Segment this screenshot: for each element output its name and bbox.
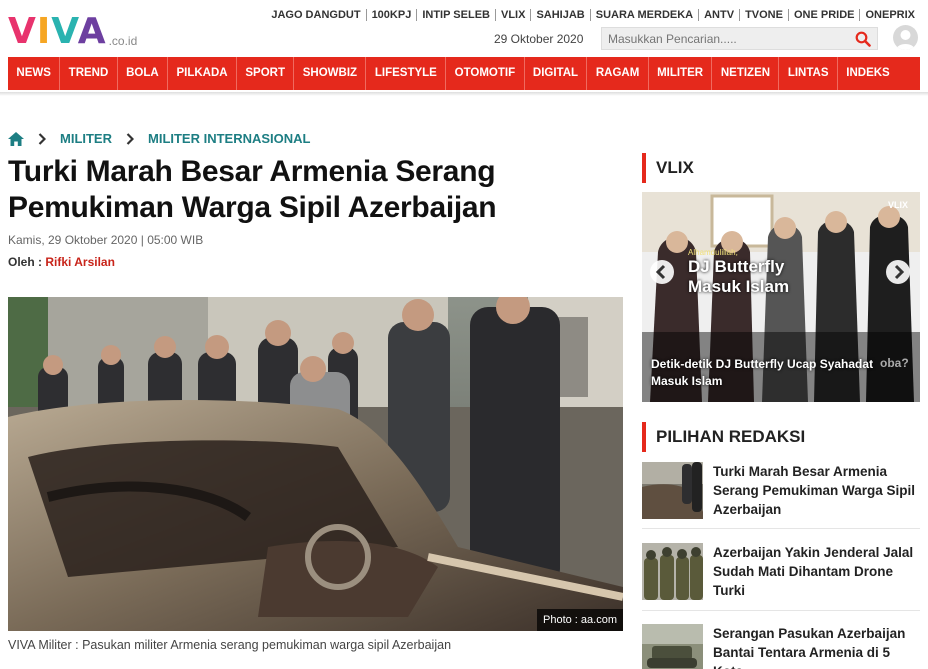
article-thumbnail xyxy=(642,624,703,669)
header-shadow xyxy=(0,92,928,96)
vlix-video-carousel[interactable]: VLIX Alhamdulillah, DJ Butterfly Masuk I… xyxy=(642,192,920,402)
logo-wordmark: VIVA xyxy=(8,11,107,52)
photo-credit-label: Photo : xyxy=(543,614,578,626)
network-link-suara-merdeka[interactable]: SUARA MERDEKA xyxy=(589,9,698,21)
nav-item-bola[interactable]: BOLA xyxy=(118,57,169,90)
chevron-right-icon xyxy=(38,132,46,145)
nav-item-netizen[interactable]: NETIZEN xyxy=(712,57,780,90)
network-link-100kpj[interactable]: 100KPJ xyxy=(365,9,417,21)
author-label: Oleh : xyxy=(8,255,43,269)
list-item[interactable]: Serangan Pasukan Azerbaijan Bantai Tenta… xyxy=(642,624,920,669)
chevron-right-icon xyxy=(126,132,134,145)
vlix-heading: VLIX xyxy=(642,153,694,183)
search-box xyxy=(601,27,878,50)
user-icon[interactable] xyxy=(893,25,918,50)
nav-item-indeks[interactable]: INDEKS xyxy=(838,57,898,90)
divider xyxy=(642,610,920,611)
nav-item-pilkada[interactable]: PILKADA xyxy=(168,57,237,90)
article-thumbnail xyxy=(642,462,703,519)
chevron-right-icon xyxy=(894,264,905,280)
vlix-overlay-small: Alhamdulillah, xyxy=(688,248,738,257)
pilihan-redaksi-heading: PILIHAN REDAKSI xyxy=(642,422,805,452)
nav-item-trend[interactable]: TREND xyxy=(60,57,118,90)
nav-item-lintas[interactable]: LINTAS xyxy=(779,57,838,90)
site-header: VIVA .co.id JAGO DANGDUT 100KPJ INTIP SE… xyxy=(0,0,928,56)
network-link-jago-dangdut[interactable]: JAGO DANGDUT xyxy=(266,9,365,21)
author-name[interactable]: Rifki Arsilan xyxy=(45,255,115,269)
network-link-vlix[interactable]: VLIX xyxy=(494,9,530,21)
nav-item-sport[interactable]: SPORT xyxy=(237,57,295,90)
list-item-title[interactable]: Turki Marah Besar Armenia Serang Pemukim… xyxy=(713,462,920,519)
vlix-video-title[interactable]: Detik-detik DJ Butterfly Ucap Syahadat M… xyxy=(651,356,911,390)
viva-logo[interactable]: VIVA .co.id xyxy=(8,10,137,50)
current-date: 29 Oktober 2020 xyxy=(494,32,584,46)
main-nav: NEWS TREND BOLA PILKADA SPORT SHOWBIZ LI… xyxy=(8,57,920,90)
burned-car-photo xyxy=(8,297,623,631)
photo-credit-source: aa.com xyxy=(580,614,617,626)
nav-item-ragam[interactable]: RAGAM xyxy=(587,57,649,90)
logo-tld: .co.id xyxy=(108,34,138,48)
nav-item-digital[interactable]: DIGITAL xyxy=(525,57,588,90)
nav-item-otomotif[interactable]: OTOMOTIF xyxy=(446,57,525,90)
network-link-antv[interactable]: ANTV xyxy=(698,9,739,21)
photo-caption: VIVA Militer : Pasukan militer Armenia s… xyxy=(8,638,452,652)
chevron-left-icon xyxy=(655,264,666,280)
network-links: JAGO DANGDUT 100KPJ INTIP SELEB VLIX SAH… xyxy=(266,9,920,21)
list-item-title[interactable]: Azerbaijan Yakin Jenderal Jalal Sudah Ma… xyxy=(713,543,920,600)
network-link-intip-seleb[interactable]: INTIP SELEB xyxy=(416,9,495,21)
article-photo: Photo : aa.com xyxy=(8,297,623,631)
search-input[interactable] xyxy=(602,31,842,46)
search-icon[interactable] xyxy=(855,31,871,47)
article-thumbnail xyxy=(642,543,703,600)
vlix-overlay-line2: Masuk Islam xyxy=(688,277,790,296)
article-title: Turki Marah Besar Armenia Serang Pemukim… xyxy=(8,155,497,224)
breadcrumb-militer[interactable]: MILITER xyxy=(60,131,112,146)
vlix-overlay-text: DJ Butterfly Masuk Islam xyxy=(688,257,789,297)
nav-item-news[interactable]: NEWS xyxy=(8,57,61,90)
network-link-oneprix[interactable]: ONEPRIX xyxy=(859,9,920,21)
divider xyxy=(642,528,920,529)
breadcrumb: MILITER MILITER INTERNASIONAL xyxy=(8,131,311,146)
network-link-sahijab[interactable]: SAHIJAB xyxy=(530,9,589,21)
nav-item-showbiz[interactable]: SHOWBIZ xyxy=(294,57,367,90)
photo-credit: Photo : aa.com xyxy=(537,609,623,631)
breadcrumb-militer-internasional[interactable]: MILITER INTERNASIONAL xyxy=(148,131,311,146)
list-item-title[interactable]: Serangan Pasukan Azerbaijan Bantai Tenta… xyxy=(713,624,920,669)
carousel-prev-button[interactable] xyxy=(650,260,674,284)
network-link-one-pride[interactable]: ONE PRIDE xyxy=(787,9,860,21)
list-item[interactable]: Azerbaijan Yakin Jenderal Jalal Sudah Ma… xyxy=(642,543,920,600)
article-author: Oleh : Rifki Arsilan xyxy=(8,255,115,269)
home-icon[interactable] xyxy=(8,131,24,146)
vlix-next-title-fragment: oba? xyxy=(880,356,909,370)
list-item[interactable]: Turki Marah Besar Armenia Serang Pemukim… xyxy=(642,462,920,519)
nav-item-militer[interactable]: MILITER xyxy=(649,57,713,90)
network-link-tvone[interactable]: TVONE xyxy=(739,9,788,21)
nav-item-lifestyle[interactable]: LIFESTYLE xyxy=(366,57,447,90)
carousel-next-button[interactable] xyxy=(886,260,910,284)
vlix-badge: VLIX xyxy=(887,200,908,210)
vlix-overlay-line1: DJ Butterfly xyxy=(688,257,785,276)
article-date: Kamis, 29 Oktober 2020 | 05:00 WIB xyxy=(8,233,204,247)
